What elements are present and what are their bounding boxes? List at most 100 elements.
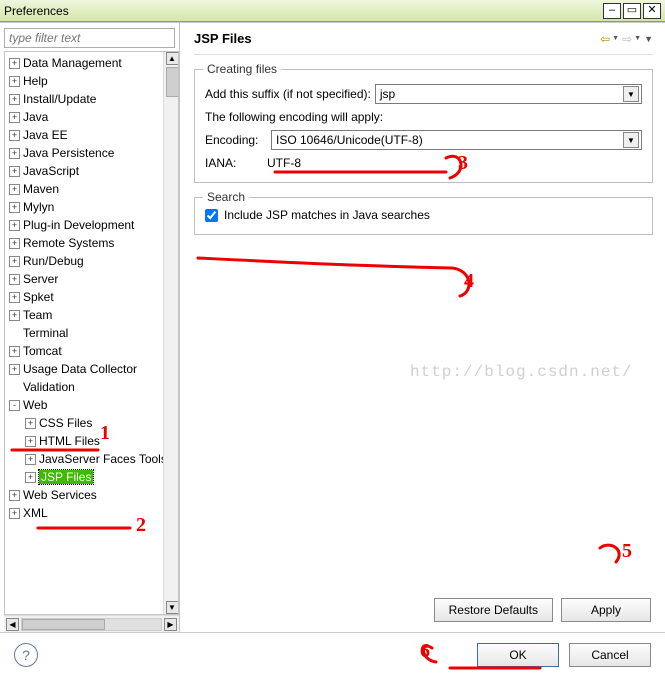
include-label: Include JSP matches in Java searches (224, 208, 430, 222)
tree-item-data-management[interactable]: +Data Management (5, 54, 178, 72)
expand-icon[interactable]: + (9, 166, 20, 177)
tree-label: Tomcat (23, 344, 62, 358)
tree-label: Usage Data Collector (23, 362, 137, 376)
tree-label: Maven (23, 182, 59, 196)
tree-item-java-persistence[interactable]: +Java Persistence (5, 144, 178, 162)
apply-button[interactable]: Apply (561, 598, 651, 622)
expand-icon[interactable]: + (9, 148, 20, 159)
dialog-footer: ? OK Cancel (0, 632, 665, 676)
expand-icon[interactable]: + (9, 310, 20, 321)
page-title: JSP Files (194, 31, 600, 46)
expand-icon[interactable]: + (25, 472, 36, 483)
expand-icon[interactable]: + (9, 238, 20, 249)
cancel-button[interactable]: Cancel (569, 643, 651, 667)
tree-item-maven[interactable]: +Maven (5, 180, 178, 198)
expand-icon[interactable]: + (9, 490, 20, 501)
expand-icon[interactable]: + (9, 346, 20, 357)
tree-item-web[interactable]: -Web (5, 396, 178, 414)
forward-icon[interactable]: ⇨ (622, 32, 632, 46)
restore-defaults-button[interactable]: Restore Defaults (434, 598, 553, 622)
tree-item-validation[interactable]: Validation (5, 378, 178, 396)
tree-item-server[interactable]: +Server (5, 270, 178, 288)
expand-icon[interactable]: + (9, 256, 20, 267)
suffix-value: jsp (380, 87, 395, 101)
help-icon[interactable]: ? (14, 643, 38, 667)
tree-label: Help (23, 74, 48, 88)
scroll-down-icon[interactable]: ▼ (166, 601, 179, 614)
expand-icon[interactable]: + (9, 364, 20, 375)
scroll-left-icon[interactable]: ◀ (6, 618, 19, 631)
tree-label: JavaScript (23, 164, 79, 178)
dropdown-icon[interactable]: ▼ (623, 86, 639, 102)
fwd-drop-icon[interactable]: ▼ (634, 35, 641, 42)
tree-label: Data Management (23, 56, 122, 70)
include-jsp-checkbox[interactable] (205, 209, 218, 222)
tree-label: Remote Systems (23, 236, 114, 250)
tree-label: Java EE (23, 128, 68, 142)
tree-label: Install/Update (23, 92, 96, 106)
tree-label: Plug-in Development (23, 218, 134, 232)
back-drop-icon[interactable]: ▼ (612, 35, 619, 42)
ok-button[interactable]: OK (477, 643, 559, 667)
expand-icon[interactable]: + (9, 202, 20, 213)
watermark: http://blog.csdn.net/ (410, 363, 633, 381)
tree-item-remote-systems[interactable]: +Remote Systems (5, 234, 178, 252)
tree-item-terminal[interactable]: Terminal (5, 324, 178, 342)
tree-item-html-files[interactable]: +HTML Files (5, 432, 178, 450)
expand-icon[interactable]: + (9, 220, 20, 231)
expand-icon[interactable]: + (9, 94, 20, 105)
tree-item-java-ee[interactable]: +Java EE (5, 126, 178, 144)
collapse-icon[interactable]: - (9, 400, 20, 411)
expand-icon[interactable]: + (9, 58, 20, 69)
tree-item-usage-data-collector[interactable]: +Usage Data Collector (5, 360, 178, 378)
expand-icon[interactable]: + (9, 130, 20, 141)
view-menu-icon[interactable]: ▼ (644, 34, 653, 44)
dropdown-icon[interactable]: ▼ (623, 132, 639, 148)
tree-item-web-services[interactable]: +Web Services (5, 486, 178, 504)
titlebar: Preferences – ▭ ✕ (0, 0, 665, 22)
expand-icon[interactable]: + (25, 436, 36, 447)
hscroll-thumb[interactable] (22, 619, 105, 630)
scroll-thumb[interactable] (166, 67, 179, 97)
tree-label: JSP Files (39, 470, 93, 484)
expand-icon[interactable]: + (25, 454, 36, 465)
preferences-tree[interactable]: ▲ ▼ +Data Management+Help+Install/Update… (4, 51, 179, 615)
tree-item-javaserver-faces-tools[interactable]: +JavaServer Faces Tools (5, 450, 178, 468)
expand-icon[interactable]: + (9, 184, 20, 195)
tree-item-css-files[interactable]: +CSS Files (5, 414, 178, 432)
tree-item-java[interactable]: +Java (5, 108, 178, 126)
expand-icon[interactable]: + (9, 508, 20, 519)
tree-hscroll[interactable]: ◀ ▶ (4, 615, 179, 632)
expand-icon[interactable]: + (9, 292, 20, 303)
expand-icon[interactable]: + (9, 274, 20, 285)
back-icon[interactable]: ⇦ (600, 32, 610, 46)
tree-item-install-update[interactable]: +Install/Update (5, 90, 178, 108)
close-button[interactable]: ✕ (643, 3, 661, 19)
expand-icon[interactable]: + (9, 112, 20, 123)
tree-item-xml[interactable]: +XML (5, 504, 178, 522)
expand-icon[interactable]: + (25, 418, 36, 429)
scroll-right-icon[interactable]: ▶ (164, 618, 177, 631)
tree-item-team[interactable]: +Team (5, 306, 178, 324)
tree-item-run-debug[interactable]: +Run/Debug (5, 252, 178, 270)
tree-item-help[interactable]: +Help (5, 72, 178, 90)
filter-input[interactable] (4, 28, 175, 48)
tree-label: Java (23, 110, 48, 124)
tree-item-jsp-files[interactable]: +JSP Files (5, 468, 178, 486)
suffix-select[interactable]: jsp ▼ (375, 84, 642, 104)
window-title: Preferences (4, 4, 69, 18)
encoding-select[interactable]: ISO 10646/Unicode(UTF-8) ▼ (271, 130, 642, 150)
tree-vscroll[interactable]: ▲ ▼ (163, 51, 179, 615)
search-group: Search Include JSP matches in Java searc… (194, 197, 653, 235)
main-panel: JSP Files ⇦▼ ⇨▼ ▼ Creating files Add thi… (180, 23, 665, 632)
tree-item-mylyn[interactable]: +Mylyn (5, 198, 178, 216)
tree-item-tomcat[interactable]: +Tomcat (5, 342, 178, 360)
tree-item-spket[interactable]: +Spket (5, 288, 178, 306)
minimize-button[interactable]: – (603, 3, 621, 19)
tree-item-javascript[interactable]: +JavaScript (5, 162, 178, 180)
scroll-up-icon[interactable]: ▲ (166, 52, 179, 65)
expand-icon[interactable]: + (9, 76, 20, 87)
encoding-label: Encoding: (205, 133, 267, 147)
maximize-button[interactable]: ▭ (623, 3, 641, 19)
tree-item-plug-in-development[interactable]: +Plug-in Development (5, 216, 178, 234)
